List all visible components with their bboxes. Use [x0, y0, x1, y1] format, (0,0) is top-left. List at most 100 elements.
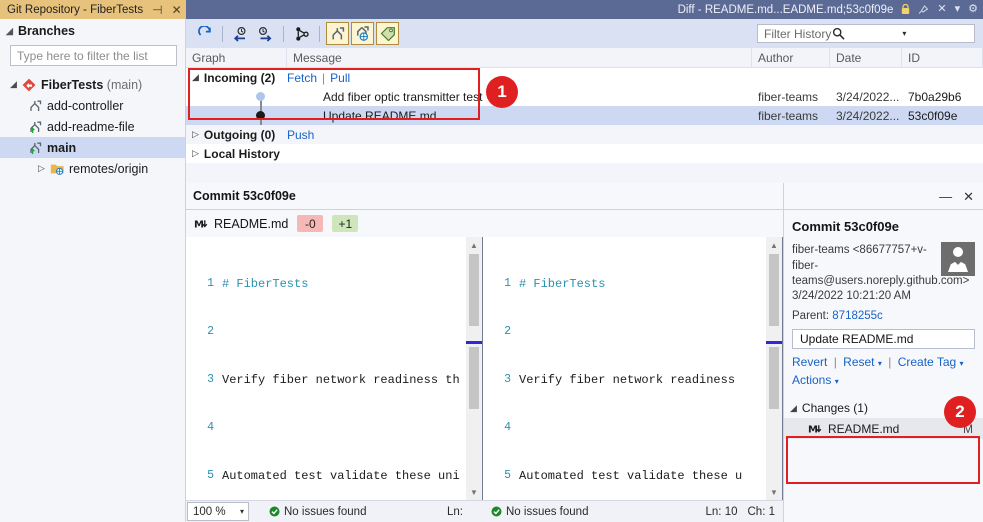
chevron-down-icon[interactable]: ▾ [902, 29, 970, 38]
tree-item-label: add-readme-file [47, 119, 135, 134]
history-row-incoming[interactable]: ◢ Incoming (2) Fetch | Pull [186, 68, 983, 87]
chevron-down-icon[interactable]: ▾ [835, 377, 839, 386]
actions-link[interactable]: Actions [792, 373, 831, 387]
tree-item-main[interactable]: main [0, 137, 185, 158]
history-grid: Graph Message Author Date ID ◢ Incoming … [186, 48, 983, 182]
branch-tracking-icon [28, 120, 47, 134]
right-issues-text: No issues found [506, 505, 589, 518]
chevron-down-icon[interactable]: ▾ [955, 4, 961, 15]
scroll-up-arrow[interactable]: ▲ [766, 237, 782, 253]
branch-graph-button[interactable] [290, 22, 313, 45]
show-remote-branches-button[interactable] [351, 22, 374, 45]
code-line: Verify fiber network readiness th [222, 373, 460, 387]
push-link[interactable]: Push [287, 128, 314, 142]
right-issues-status[interactable]: No issues found [469, 501, 629, 522]
chevron-down-icon[interactable]: ▾ [240, 507, 244, 516]
expander-icon[interactable]: ▷ [192, 148, 199, 159]
expander-icon[interactable]: ◢ [10, 79, 22, 90]
removed-lines-badge: -0 [297, 215, 324, 232]
close-icon[interactable]: ✕ [172, 4, 182, 16]
create-tag-link[interactable]: Create Tag [898, 355, 956, 369]
left-issues-status[interactable]: No issues found [249, 501, 409, 522]
expander-icon[interactable]: ◢ [192, 72, 199, 83]
scrollbar-thumb-lower[interactable] [769, 347, 779, 409]
scroll-up-arrow[interactable]: ▲ [466, 237, 482, 253]
scrollbar-thumb-upper[interactable] [469, 254, 479, 326]
tree-item-remotes-origin[interactable]: ▷ remotes/origin [0, 158, 185, 179]
branches-header[interactable]: ◢ Branches [0, 19, 185, 43]
column-header-graph[interactable]: Graph [186, 48, 287, 67]
right-char-indicator: Ch: 1 [747, 505, 776, 518]
scrollbar-thumb-lower[interactable] [469, 347, 479, 409]
tree-item-label: FiberTests (main) [41, 77, 143, 92]
separator: | [888, 355, 892, 369]
tree-item-add-controller[interactable]: add-controller [0, 95, 185, 116]
repository-icon [22, 78, 41, 92]
toolbar-separator [319, 25, 320, 42]
pin-icon-right[interactable] [918, 4, 929, 15]
expander-icon[interactable]: ▷ [192, 129, 199, 140]
branches-tree: ◢ FiberTests (main) add-controller add-r… [0, 74, 185, 179]
diff-editor-left[interactable]: 1 # FiberTests 2 3 Verify fiber network re… [186, 237, 483, 500]
tab-git-repository[interactable]: Git Repository - FiberTests ⊣ ✕ [0, 0, 186, 19]
remote-folder-icon [50, 162, 69, 176]
separator: | [833, 355, 837, 369]
minimize-icon[interactable]: — [939, 190, 952, 203]
commit-id: 7b0a29b6 [908, 89, 962, 104]
expander-icon[interactable]: ▷ [38, 163, 50, 174]
history-row-local-history[interactable]: ▷ Local History [186, 144, 983, 163]
parent-id-link[interactable]: 8718255c [832, 310, 883, 322]
column-header-id[interactable]: ID [902, 48, 983, 67]
close-icon[interactable]: ✕ [963, 190, 974, 203]
fetch-link[interactable]: Fetch [287, 71, 317, 85]
revert-link[interactable]: Revert [792, 355, 827, 369]
fetch-button[interactable] [229, 22, 252, 45]
parent-label: Parent: [792, 310, 830, 322]
column-header-message[interactable]: Message [287, 48, 752, 67]
tree-item-repository[interactable]: ◢ FiberTests (main) [0, 74, 185, 95]
commit-author: fiber-teams [758, 108, 819, 123]
expander-icon[interactable]: ◢ [790, 403, 797, 414]
commit-details-panel: — ✕ Commit 53c0f09e fiber-teams <8667775… [783, 183, 983, 522]
reset-link[interactable]: Reset [843, 355, 874, 369]
diff-panel-title: Commit 53c0f09e [193, 189, 296, 203]
show-tags-button[interactable] [376, 22, 399, 45]
pin-icon[interactable]: ⊣ [152, 4, 162, 16]
history-row-empty [186, 163, 983, 182]
code-line: # FiberTests [222, 277, 309, 291]
tree-item-add-readme-file[interactable]: add-readme-file [0, 116, 185, 137]
changes-label: Changes (1) [801, 401, 868, 415]
history-row-commit-selected[interactable]: Update README.md fiber-teams 3/24/2022..… [186, 106, 983, 125]
scroll-down-arrow[interactable]: ▼ [766, 484, 782, 500]
chevron-down-icon[interactable]: ▾ [878, 359, 882, 368]
branch-filter-input[interactable]: Type here to filter the list [10, 45, 177, 66]
added-lines-badge: +1 [332, 215, 359, 232]
incoming-label: Incoming (2) [203, 70, 276, 85]
search-icon[interactable] [832, 27, 900, 40]
left-editor-scrollbar[interactable]: ▲ ▼ [466, 237, 482, 500]
push-button[interactable] [254, 22, 277, 45]
commit-message-input[interactable]: Update README.md [792, 329, 975, 349]
expander-icon[interactable]: ◢ [6, 26, 18, 37]
chevron-down-icon[interactable]: ▾ [960, 359, 964, 368]
zoom-level-selector[interactable]: 100 % ▾ [187, 502, 249, 521]
show-local-branches-button[interactable] [326, 22, 349, 45]
gear-icon[interactable]: ⚙ [968, 4, 978, 15]
column-header-date[interactable]: Date [830, 48, 902, 67]
history-row-outgoing[interactable]: ▷ Outgoing (0) Push [186, 125, 983, 144]
pull-link[interactable]: Pull [330, 71, 350, 85]
commit-message-value: Update README.md [800, 332, 914, 346]
close-icon-right[interactable]: ✕ [937, 4, 946, 15]
toolbar-separator [222, 25, 223, 42]
details-title: Commit 53c0f09e [792, 219, 899, 234]
history-row-commit[interactable]: Add fiber optic transmitter test fiber-t… [186, 87, 983, 106]
column-header-author[interactable]: Author [752, 48, 830, 67]
scroll-down-arrow[interactable]: ▼ [466, 484, 482, 500]
right-editor-scrollbar[interactable]: ▲ ▼ [766, 237, 782, 500]
diff-document-title: Diff - README.md...EADME.md;53c0f09e [677, 3, 894, 16]
tree-item-label: remotes/origin [69, 161, 149, 176]
scrollbar-thumb-upper[interactable] [769, 254, 779, 326]
refresh-button[interactable] [193, 22, 216, 45]
filter-history-input[interactable]: Filter History ▾ [757, 24, 975, 43]
diff-editor-right[interactable]: 1 # FiberTests 2 3 Verify fiber network re… [483, 237, 783, 500]
